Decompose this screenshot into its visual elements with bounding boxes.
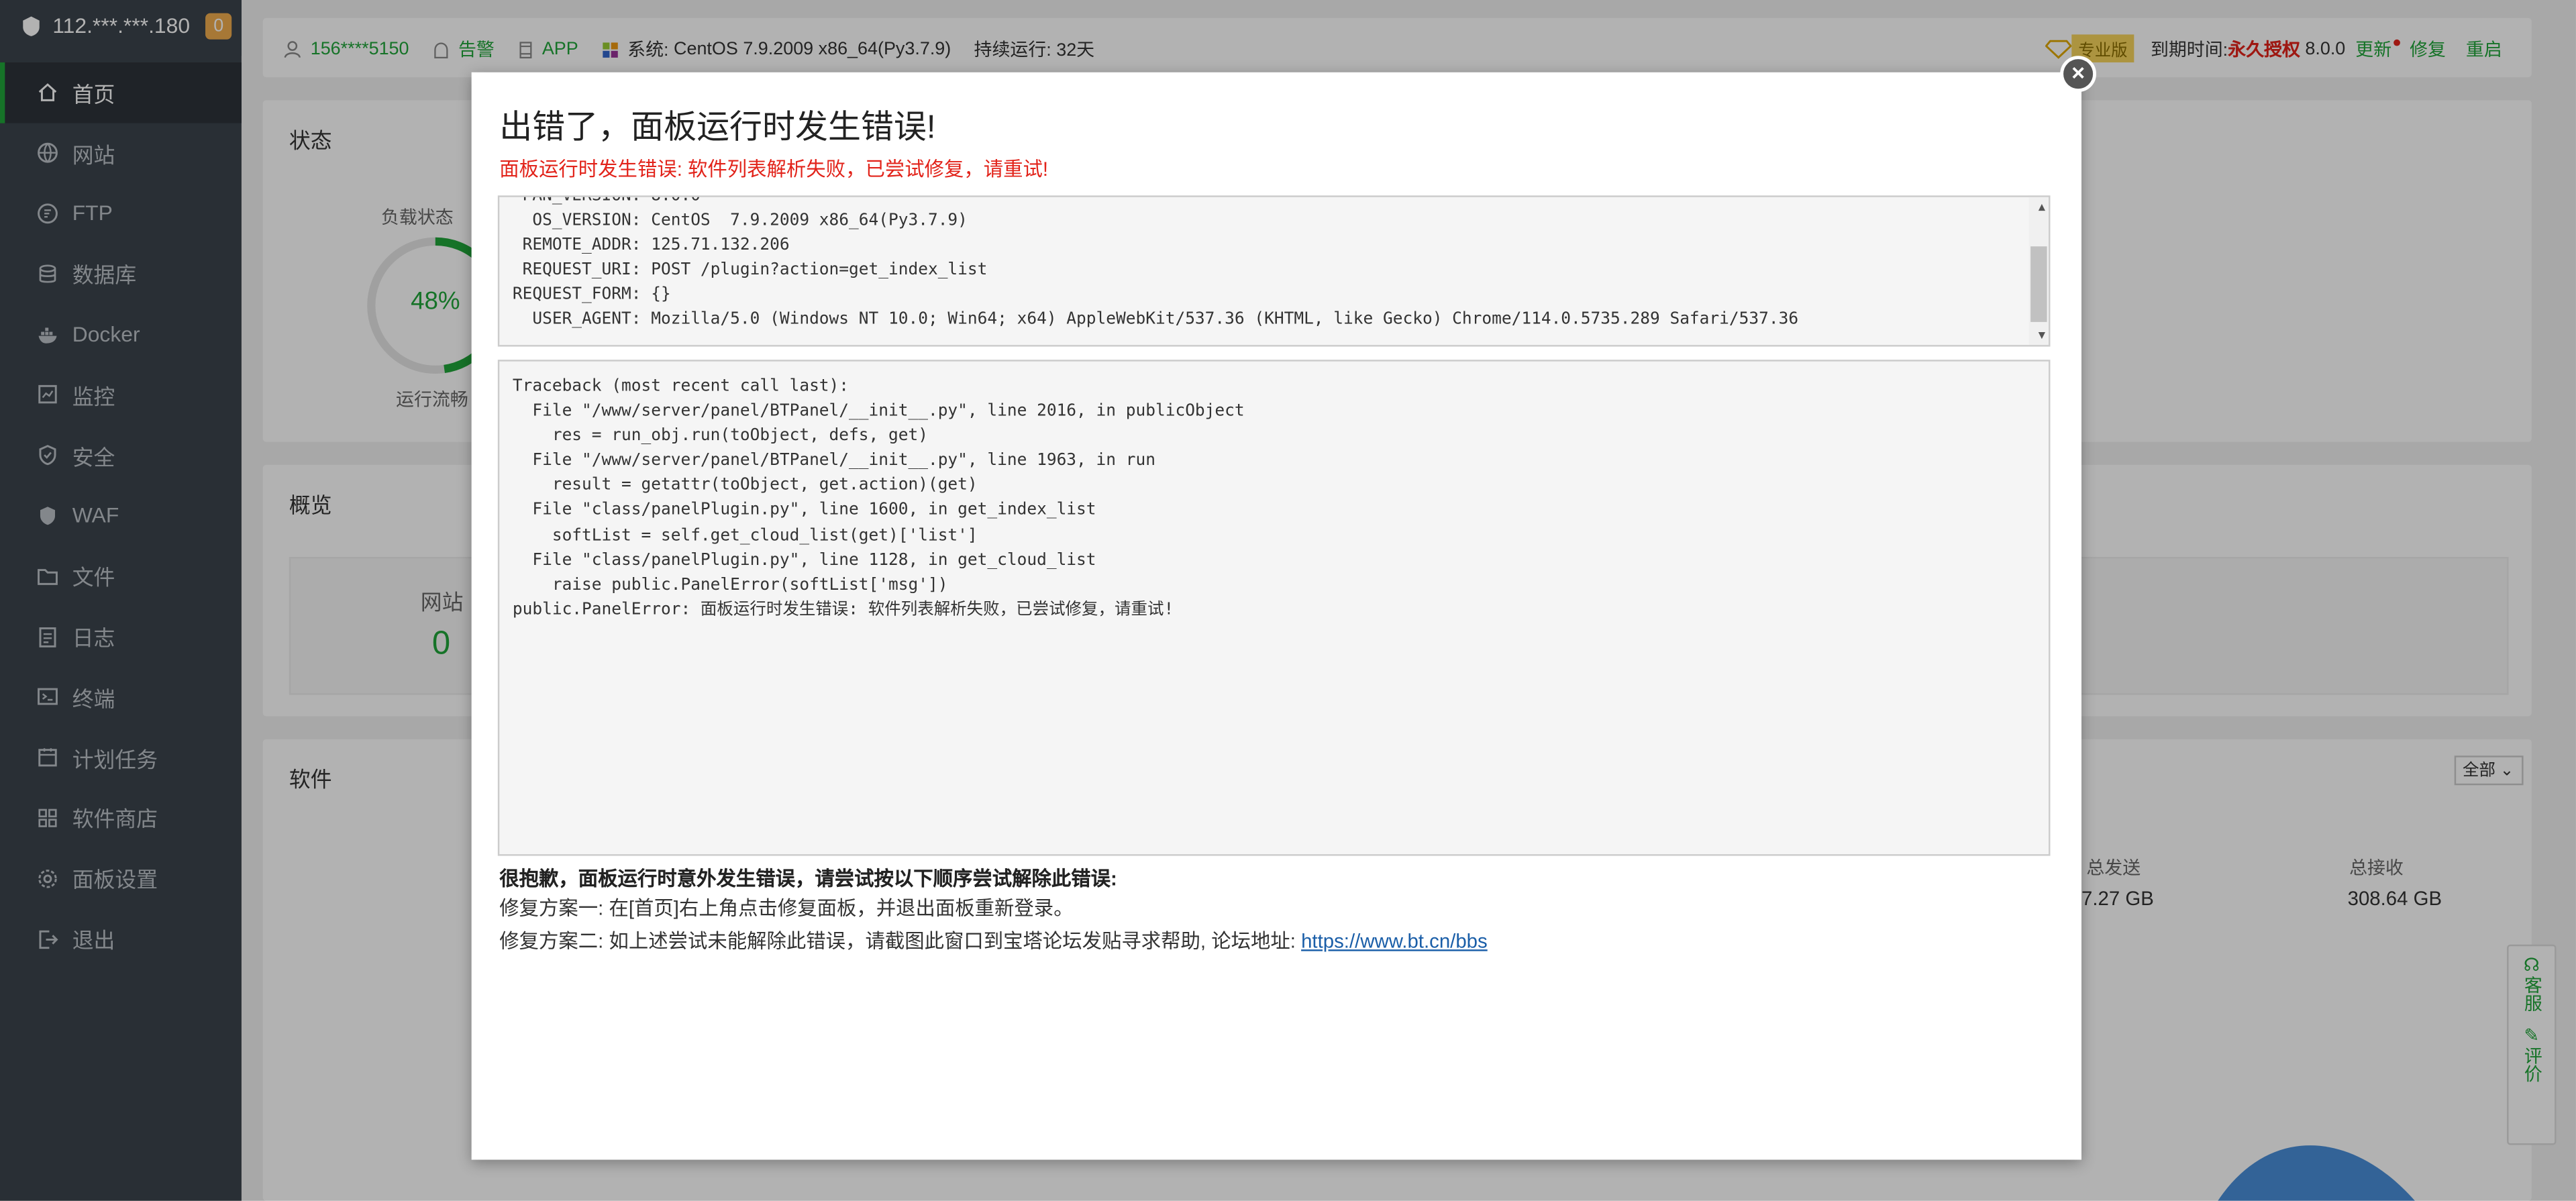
request-info-box[interactable]: PAN_VERSION: 8.0.0 OS_VERSION: CentOS 7.… [497, 195, 2051, 347]
traceback-box[interactable]: Traceback (most recent call last): File … [497, 360, 2051, 856]
fix-option-one: 修复方案一: 在[首页]右上角点击修复面板，并退出面板重新登录。 [499, 896, 1074, 921]
close-button[interactable]: × [2060, 56, 2097, 93]
scroll-up-icon[interactable]: ▲ [2039, 201, 2045, 214]
fix-option-two: 修复方案二: 如上述尝试未能解除此错误，请截图此窗口到宝塔论坛发贴寻求帮助, 论… [499, 927, 1487, 955]
info-scrollbar[interactable]: ▲ ▼ [2028, 197, 2049, 346]
error-subtitle: 面板运行时发生错误: 软件列表解析失败，已尝试修复，请重试! [499, 158, 1049, 181]
request-info-text: PAN_VERSION: 8.0.0 OS_VERSION: CentOS 7.… [512, 195, 1799, 329]
error-title: 出错了，面板运行时发生错误! [499, 110, 936, 146]
forum-link[interactable]: https://www.bt.cn/bbs [1301, 930, 1488, 953]
error-dialog: 出错了，面板运行时发生错误! 面板运行时发生错误: 软件列表解析失败，已尝试修复… [471, 72, 2081, 1160]
fix-option-two-text: 修复方案二: 如上述尝试未能解除此错误，请截图此窗口到宝塔论坛发贴寻求帮助, 论… [499, 929, 1302, 953]
scroll-down-icon[interactable]: ▼ [2039, 329, 2045, 342]
scroll-thumb[interactable] [2030, 246, 2047, 322]
traceback-text: Traceback (most recent call last): File … [512, 378, 1245, 619]
hint-title: 很抱歉，面板运行时意外发生错误，请尝试按以下顺序尝试解除此错误: [499, 867, 1117, 890]
